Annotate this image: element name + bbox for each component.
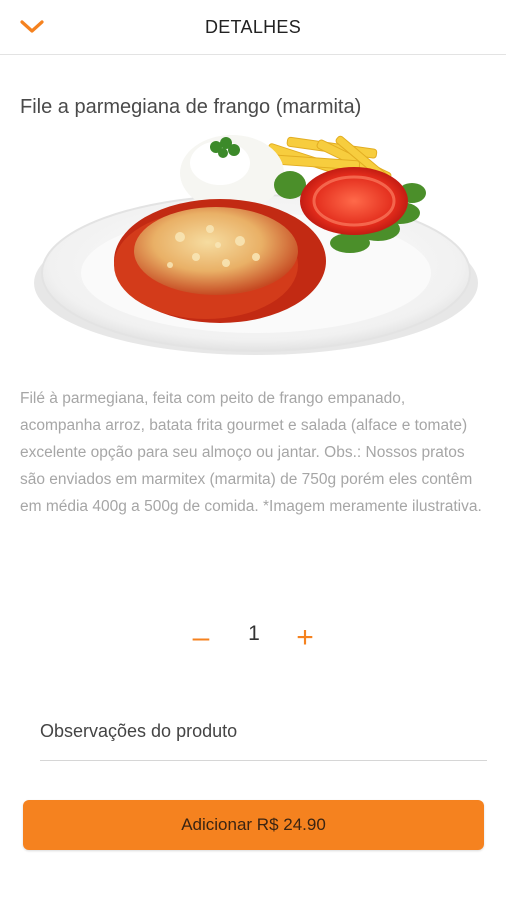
decrease-quantity-button[interactable]: – (186, 620, 216, 656)
product-observations-field[interactable]: Observações do produto (40, 708, 487, 761)
dish-illustration (34, 135, 478, 355)
observations-placeholder: Observações do produto (40, 721, 238, 741)
app-header: DETALHES (0, 0, 506, 55)
quantity-stepper: – 1 + (0, 618, 506, 658)
product-title: File a parmegiana de frango (marmita) (20, 96, 362, 118)
product-description: Filé à parmegiana, feita com peito de fr… (20, 390, 482, 515)
page-title: DETALHES (204, 17, 302, 37)
add-button-label: Adicionar R$ 24.90 (181, 815, 326, 834)
product-image (20, 133, 486, 359)
add-to-cart-button[interactable]: Adicionar R$ 24.90 (23, 800, 484, 850)
quantity-value: 1 (248, 622, 260, 645)
increase-quantity-button[interactable]: + (290, 620, 320, 656)
